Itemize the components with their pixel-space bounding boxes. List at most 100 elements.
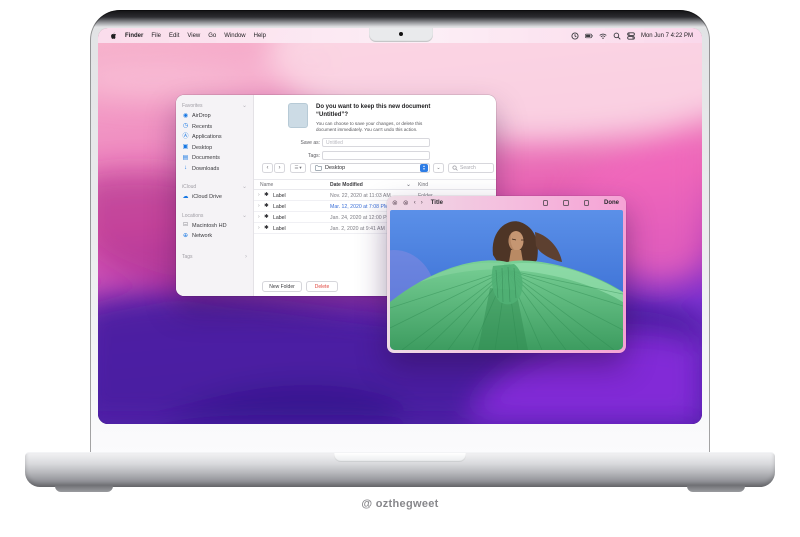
menu-window[interactable]: Window [224, 33, 245, 39]
apple-logo-icon[interactable] [109, 32, 117, 40]
disclosure-icon[interactable]: › [258, 203, 260, 209]
display-notch [369, 28, 433, 42]
sidebar-item-downloads[interactable]: ↓ Downloads [176, 164, 253, 175]
delete-button[interactable]: Delete [306, 281, 338, 292]
back-button[interactable]: ‹ [262, 163, 273, 173]
icloud-icon: ☁ [182, 193, 189, 200]
chevron-right-icon: › [278, 165, 281, 171]
sidebar-item-macintosh-hd[interactable]: ⊟ Macintosh HD [176, 221, 253, 232]
sidebar-item-icloud-drive[interactable]: ☁ iCloud Drive [176, 192, 253, 203]
finder-sidebar: Favorites ⌄ ◉ AirDrop ◷ Recents Ⓐ Applic… [176, 95, 254, 296]
view-options-button[interactable]: ☰ ▾ [290, 163, 306, 173]
done-button[interactable]: Done [604, 200, 619, 206]
menu-edit[interactable]: Edit [169, 33, 179, 39]
base-thumb-scoop [334, 453, 466, 462]
applications-icon: Ⓐ [182, 133, 189, 140]
file-icon: ✱ [264, 203, 269, 209]
sidebar-section-favorites: Favorites ⌄ [182, 103, 247, 109]
close-icon[interactable]: ⊗ [392, 200, 398, 207]
airdrop-icon: ◉ [182, 112, 189, 119]
disclosure-icon[interactable]: › [258, 192, 260, 198]
list-view-icon: ☰ [294, 165, 299, 170]
file-icon: ✱ [264, 225, 269, 231]
tags-input[interactable] [322, 151, 430, 160]
document-icon [288, 103, 308, 128]
menu-go[interactable]: Go [208, 33, 216, 39]
markup-tool-icon[interactable] [542, 200, 548, 206]
column-name[interactable]: Name [260, 182, 273, 188]
chevron-down-icon: ▾ [299, 165, 302, 170]
laptop-lid: Finder File Edit View Go Window Help Mon… [90, 10, 710, 454]
media-window-title: Title [430, 200, 443, 206]
sidebar-section-locations: Locations ⌄ [182, 212, 247, 219]
save-as-input[interactable]: Untitled [322, 138, 430, 147]
sidebar-item-applications[interactable]: Ⓐ Applications [176, 132, 253, 143]
new-folder-button[interactable]: New Folder [262, 281, 302, 292]
file-icon: ✱ [264, 192, 269, 198]
search-icon [452, 165, 458, 171]
close-icon[interactable]: ⊗ [403, 200, 409, 207]
file-icon: ✱ [264, 214, 269, 220]
stepper-control: ▴ ▾ [420, 164, 428, 172]
search-placeholder: Search [460, 165, 476, 171]
menu-view[interactable]: View [187, 33, 200, 39]
expand-button[interactable]: ⌄ [433, 163, 444, 173]
file-browser-toolbar: ‹ › ☰ ▾ Desktop ▴ ▾ ⌄ Search [254, 163, 496, 175]
back-chevron-icon[interactable]: ‹ [414, 200, 416, 206]
menu-app-name[interactable]: Finder [125, 33, 143, 39]
mockup-stage: Finder File Edit View Go Window Help Mon… [0, 0, 800, 537]
column-date-modified[interactable]: Date Modified [330, 182, 363, 188]
share-tool-icon[interactable] [583, 200, 589, 206]
stepper-down-icon: ▾ [423, 167, 425, 171]
sidebar-section-icloud: iCloud ⌄ [182, 184, 247, 190]
list-header: Name Date Modified ⌄ Kind [254, 179, 496, 190]
clock-status-icon[interactable] [571, 31, 579, 40]
chevron-down-icon: ⌄ [436, 165, 441, 171]
laptop-foot-right [687, 485, 745, 492]
forward-chevron-icon[interactable]: › [421, 200, 423, 206]
menu-file[interactable]: File [151, 33, 161, 39]
search-icon[interactable] [613, 32, 621, 40]
location-dropdown[interactable]: Desktop ▴ ▾ [310, 163, 430, 173]
chevron-left-icon: ‹ [266, 165, 269, 171]
folder-icon [315, 165, 322, 171]
dialog-title: Do you want to keep this new document “U… [316, 104, 431, 118]
sidebar-item-recents[interactable]: ◷ Recents [176, 122, 253, 133]
photo-preview [390, 210, 623, 350]
documents-icon: ▤ [182, 154, 189, 161]
chevron-right-icon[interactable]: › [245, 254, 247, 260]
chevron-down-icon[interactable]: ⌄ [242, 184, 247, 190]
sidebar-item-airdrop[interactable]: ◉ AirDrop [176, 111, 253, 122]
sidebar-section-tags: Tags › [182, 253, 247, 260]
downloads-icon: ↓ [184, 165, 187, 172]
location-value: Desktop [325, 165, 346, 171]
desktop-icon: ▣ [182, 144, 189, 151]
search-field[interactable]: Search [448, 163, 494, 173]
battery-icon[interactable] [584, 32, 593, 40]
dialog-body: You can choose to save your changes, or … [316, 121, 423, 132]
hard-drive-icon: ⊟ [182, 222, 189, 229]
tags-label: Tags: [308, 153, 320, 159]
camera-dot [399, 32, 403, 36]
menu-help[interactable]: Help [254, 33, 266, 39]
menu-bar-clock[interactable]: Mon Jun 7 4:22 PM [641, 33, 693, 39]
network-icon: ⊕ [182, 232, 189, 239]
crop-tool-icon[interactable] [563, 200, 569, 206]
sort-descending-icon[interactable]: ⌄ [406, 181, 411, 188]
recents-icon: ◷ [182, 123, 189, 130]
wifi-icon[interactable] [599, 32, 607, 40]
photo-woman-green-dress [390, 210, 623, 350]
sidebar-item-documents[interactable]: ▤ Documents [176, 153, 253, 164]
chevron-down-icon[interactable]: ⌄ [242, 103, 247, 109]
column-kind[interactable]: Kind [418, 182, 428, 188]
forward-button[interactable]: › [274, 163, 285, 173]
media-window: ⊗ ⊗ ‹ › Title Done [387, 196, 626, 353]
disclosure-icon[interactable]: › [258, 225, 260, 231]
control-center-icon[interactable] [627, 31, 635, 40]
sidebar-item-desktop[interactable]: ▣ Desktop [176, 143, 253, 154]
laptop-screen: Finder File Edit View Go Window Help Mon… [98, 28, 702, 424]
chevron-down-icon[interactable]: ⌄ [242, 213, 247, 219]
sidebar-item-network[interactable]: ⊕ Network [176, 231, 253, 242]
disclosure-icon[interactable]: › [258, 214, 260, 220]
save-as-label: Save as: [300, 140, 320, 146]
